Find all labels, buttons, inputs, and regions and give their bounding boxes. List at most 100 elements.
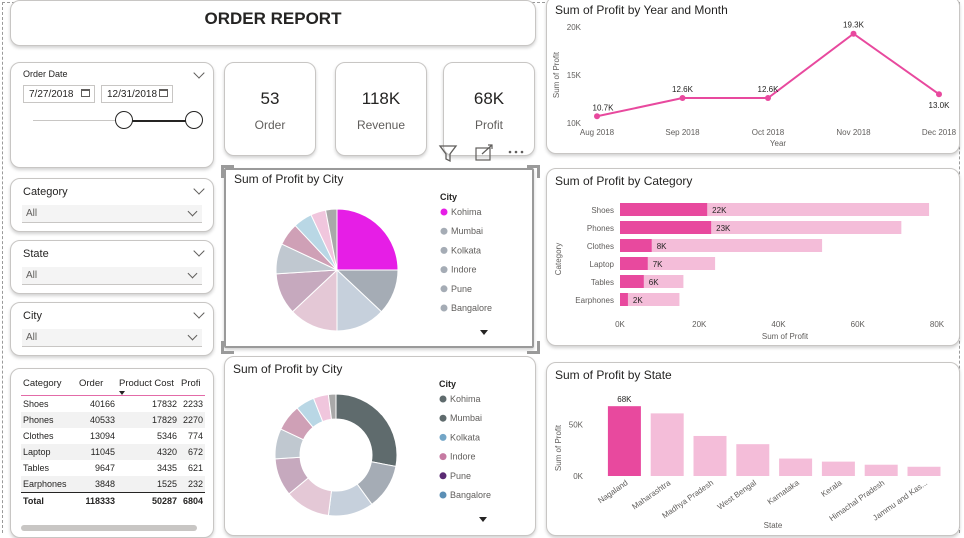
table-row[interactable]: Shoes 40166 17832 2233 — [21, 396, 205, 413]
legend-scroll-down-icon[interactable] — [479, 517, 487, 522]
col-header-order[interactable]: Order — [77, 375, 117, 396]
table-cell: 5346 — [156, 431, 177, 441]
profit-line[interactable] — [596, 32, 940, 118]
data-point[interactable] — [594, 113, 600, 120]
profit-by-category-bar-card[interactable]: Sum of Profit by Category 22K Shoes 23K Pho… — [546, 168, 960, 346]
bar[interactable] — [736, 444, 770, 476]
table-cell: 621 — [187, 463, 203, 473]
profit-by-city-donut-card[interactable]: Sum of Profit by City City Kohima Mumbai Ko… — [224, 356, 536, 536]
chevron-down-icon[interactable] — [193, 67, 205, 79]
legend-item[interactable]: Pune — [450, 471, 471, 481]
kpi-profit-value: 68K — [473, 89, 505, 108]
state-dropdown[interactable]: All — [22, 267, 202, 285]
table-cell: 40533 — [77, 412, 117, 428]
table-row[interactable]: Clothes 13094 5346 774 — [21, 428, 205, 444]
resize-handle[interactable] — [527, 341, 540, 354]
legend-item[interactable]: Kohima — [450, 394, 481, 404]
chevron-down-icon[interactable] — [193, 307, 205, 319]
legend-item[interactable]: Mumbai — [451, 226, 483, 236]
start-date-input[interactable]: 7/27/2018 — [23, 85, 95, 103]
table-cell: Total — [21, 492, 77, 509]
x-tick-label: 0K — [615, 320, 625, 329]
category-slicer[interactable]: Category All — [10, 178, 214, 232]
bar[interactable] — [620, 257, 648, 270]
table-cell: 50287 — [117, 492, 179, 509]
legend-item[interactable]: Mumbai — [450, 413, 482, 423]
data-label: 7K — [653, 260, 663, 269]
profit-by-month-line-card[interactable]: Sum of Profit by Year and Month 10K 15K 20… — [546, 0, 960, 154]
profit-by-city-pie-card[interactable]: Sum of Profit by City City Kohima Mumbai Ko… — [224, 168, 534, 348]
bar[interactable] — [620, 293, 628, 306]
table-row[interactable]: Phones 40533 17829 2270 — [21, 412, 205, 428]
city-slicer[interactable]: City All — [10, 302, 214, 356]
table-row[interactable]: Earphones 3848 1525 232 — [21, 476, 205, 493]
city-dropdown[interactable]: All — [22, 329, 202, 347]
chevron-down-icon[interactable] — [193, 183, 205, 195]
data-point[interactable] — [850, 30, 857, 37]
bar[interactable] — [620, 275, 644, 288]
category-dropdown[interactable]: All — [22, 205, 202, 223]
category-matrix-card[interactable]: Category Order Product Cost Profi Shoes 4… — [10, 368, 214, 538]
col-header-product-cost[interactable]: Product Cost — [117, 375, 179, 396]
resize-handle[interactable] — [221, 165, 234, 178]
bar[interactable] — [693, 435, 727, 476]
bar[interactable] — [821, 461, 855, 476]
table-cell: 11045 — [77, 444, 117, 460]
calendar-icon[interactable] — [81, 89, 90, 97]
more-options-icon[interactable] — [508, 150, 524, 154]
bar-background[interactable] — [620, 293, 680, 306]
range-start-handle[interactable] — [115, 111, 133, 129]
calendar-icon[interactable] — [159, 89, 168, 97]
bar[interactable] — [607, 406, 641, 476]
legend-item[interactable]: Indore — [450, 452, 476, 462]
table-cell: 3848 — [77, 476, 117, 493]
date-range-track — [33, 120, 125, 121]
chevron-down-icon[interactable] — [193, 245, 205, 257]
sort-descending-icon[interactable] — [119, 391, 125, 395]
table-cell: 232 — [179, 476, 205, 493]
x-tick-label: 20K — [692, 320, 707, 329]
legend-marker — [440, 304, 448, 312]
horizontal-scrollbar[interactable] — [21, 525, 197, 531]
legend-item[interactable]: Pune — [451, 284, 472, 294]
bar[interactable] — [864, 464, 898, 476]
profit-by-state-column-card[interactable]: Sum of Profit by State 0K 50K Sum of Profi… — [546, 362, 960, 536]
legend-item[interactable]: Bangalore — [451, 303, 492, 313]
col-header-profit[interactable]: Profi — [179, 375, 205, 396]
range-end-handle[interactable] — [185, 111, 203, 129]
legend-item[interactable]: Kohima — [451, 207, 482, 217]
filter-icon[interactable] — [438, 145, 458, 163]
data-point[interactable] — [936, 91, 942, 98]
table-cell: 672 — [179, 444, 205, 460]
data-point[interactable] — [679, 95, 686, 102]
bar[interactable] — [650, 413, 684, 476]
legend-item[interactable]: Kolkata — [451, 245, 481, 255]
resize-handle[interactable] — [527, 165, 540, 178]
legend-item[interactable]: Indore — [451, 265, 477, 275]
legend-item[interactable]: Kolkata — [450, 432, 480, 442]
bar[interactable] — [907, 466, 941, 476]
table-cell: 1525 — [117, 476, 179, 493]
focus-mode-icon[interactable] — [475, 144, 493, 161]
bar[interactable] — [620, 203, 708, 216]
total-row[interactable]: Total 118333 50287 6804 — [21, 492, 205, 509]
data-label: 22K — [712, 206, 727, 215]
pie-slice[interactable] — [336, 208, 399, 271]
order-date-slicer[interactable]: Order Date 7/27/2018 12/31/2018 — [10, 62, 214, 168]
table-row[interactable]: Laptop 11045 4320 672 — [21, 444, 205, 460]
bar[interactable] — [620, 239, 652, 252]
data-label: 68K — [617, 395, 632, 404]
legend-marker — [439, 395, 447, 403]
table-row[interactable]: Tables 9647 3435 621 — [21, 460, 205, 476]
legend-scroll-down-icon[interactable] — [480, 330, 488, 335]
legend-item[interactable]: Bangalore — [450, 490, 491, 500]
legend-marker — [440, 246, 448, 254]
end-date-input[interactable]: 12/31/2018 — [101, 85, 173, 103]
col-header-category[interactable]: Category — [21, 375, 77, 396]
bar[interactable] — [779, 458, 813, 476]
data-point[interactable] — [765, 95, 771, 102]
pie-slice[interactable] — [335, 393, 398, 468]
resize-handle[interactable] — [221, 341, 234, 354]
state-slicer[interactable]: State All — [10, 240, 214, 294]
bar[interactable] — [620, 221, 712, 234]
